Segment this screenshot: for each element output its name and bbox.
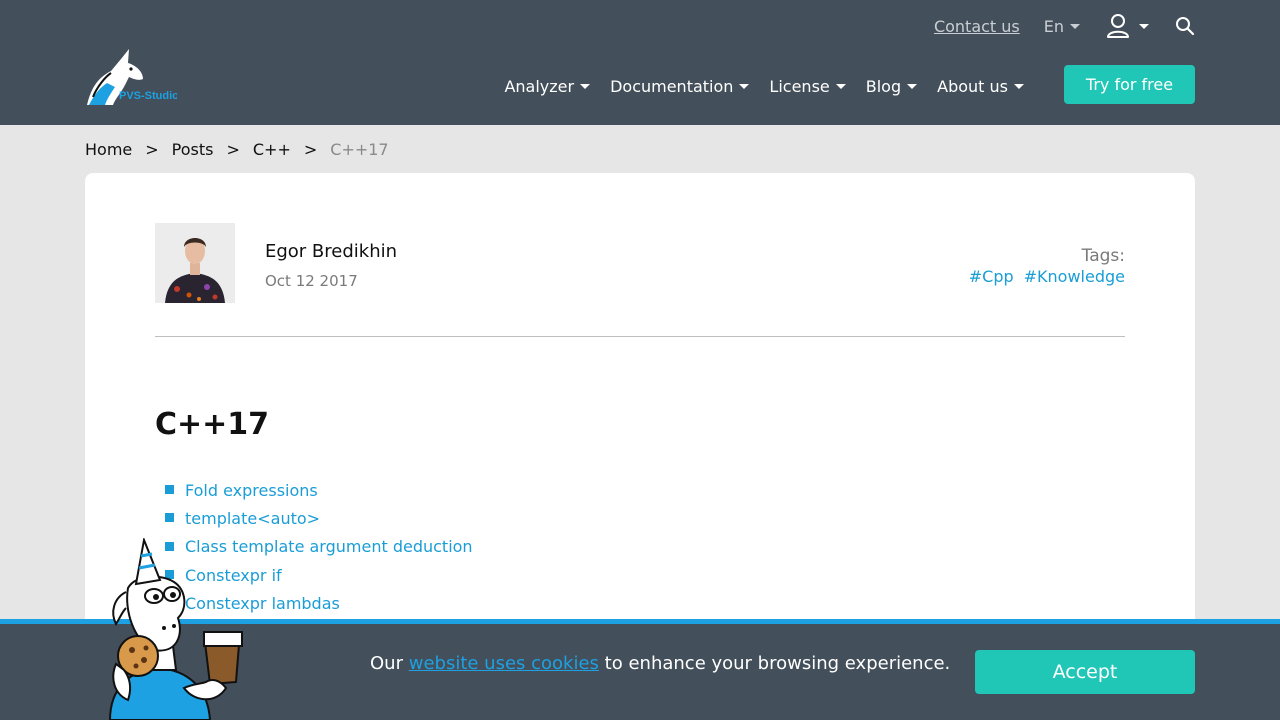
- contact-us-link[interactable]: Contact us: [934, 17, 1020, 36]
- search-button[interactable]: [1175, 16, 1195, 36]
- breadcrumb-current: C++17: [330, 140, 389, 159]
- cookie-message: Our website uses cookies to enhance your…: [370, 653, 950, 674]
- toc-link[interactable]: Fold expressions: [185, 481, 318, 500]
- breadcrumb-separator: >: [303, 140, 318, 159]
- account-menu[interactable]: [1106, 13, 1149, 39]
- nav-label: About us: [937, 76, 1008, 96]
- tag-list: #Cpp #Knowledge: [969, 267, 1125, 286]
- breadcrumb-home[interactable]: Home: [85, 140, 132, 159]
- author-avatar[interactable]: [155, 223, 235, 303]
- divider: [155, 336, 1125, 337]
- tag-cpp[interactable]: #Cpp: [969, 267, 1014, 286]
- toc-item[interactable]: template<auto>: [165, 504, 473, 532]
- cookie-text-suffix: to enhance your browsing experience.: [604, 653, 951, 674]
- try-for-free-button[interactable]: Try for free: [1064, 65, 1195, 104]
- svg-text:PVS-Studio: PVS-Studio: [119, 90, 177, 102]
- pvs-studio-logo[interactable]: PVS-Studio: [85, 47, 179, 107]
- chevron-down-icon: [835, 83, 846, 89]
- post-title: C++17: [155, 407, 270, 442]
- chevron-down-icon: [1139, 23, 1149, 29]
- language-selector[interactable]: En: [1044, 17, 1080, 36]
- breadcrumb-cpp[interactable]: C++: [253, 140, 291, 159]
- chevron-down-icon: [739, 83, 750, 89]
- nav-item-license[interactable]: License: [769, 75, 846, 97]
- main-nav: Analyzer Documentation License Blog Abou…: [504, 75, 1024, 97]
- nav-label: Documentation: [610, 76, 734, 96]
- cookie-text-prefix: Our: [370, 653, 403, 674]
- nav-item-analyzer[interactable]: Analyzer: [504, 75, 591, 97]
- chevron-down-icon: [1014, 83, 1024, 89]
- nav-item-about-us[interactable]: About us: [937, 75, 1024, 97]
- breadcrumb: Home > Posts > C++ > C++17: [85, 140, 389, 159]
- bullet-icon: [165, 513, 174, 523]
- breadcrumb-separator: >: [226, 140, 240, 159]
- user-icon: [1107, 14, 1129, 38]
- nav-item-documentation[interactable]: Documentation: [610, 75, 750, 97]
- unicorn-mascot: [80, 536, 250, 720]
- chevron-down-icon: [907, 83, 918, 89]
- nav-item-blog[interactable]: Blog: [865, 75, 918, 97]
- chevron-down-icon: [1070, 23, 1080, 29]
- nav-label: License: [769, 76, 830, 96]
- accept-cookies-button[interactable]: Accept: [975, 650, 1195, 694]
- author-photo: [155, 223, 235, 303]
- toc-link[interactable]: template<auto>: [185, 509, 320, 528]
- breadcrumb-posts[interactable]: Posts: [172, 140, 214, 159]
- breadcrumb-separator: >: [145, 140, 159, 159]
- site-header: Contact us En PVS-Studio Analyzer Docume…: [0, 0, 1280, 125]
- language-label: En: [1043, 16, 1064, 36]
- author-name[interactable]: Egor Bredikhin: [265, 241, 397, 262]
- toc-item[interactable]: Fold expressions: [165, 476, 473, 504]
- chevron-down-icon: [580, 83, 591, 89]
- unicorn-mascot-icon: [108, 536, 243, 720]
- tags-label: Tags:: [1081, 246, 1125, 266]
- utility-bar: Contact us En: [934, 0, 1195, 52]
- unicorn-logo-icon: PVS-Studio: [87, 49, 179, 105]
- search-icon: [1176, 17, 1195, 36]
- cookie-policy-link[interactable]: website uses cookies: [409, 653, 599, 674]
- tag-knowledge[interactable]: #Knowledge: [1024, 267, 1125, 286]
- nav-label: Analyzer: [504, 76, 575, 96]
- bullet-icon: [165, 485, 174, 495]
- nav-label: Blog: [865, 76, 902, 96]
- post-date: Oct 12 2017: [265, 272, 358, 290]
